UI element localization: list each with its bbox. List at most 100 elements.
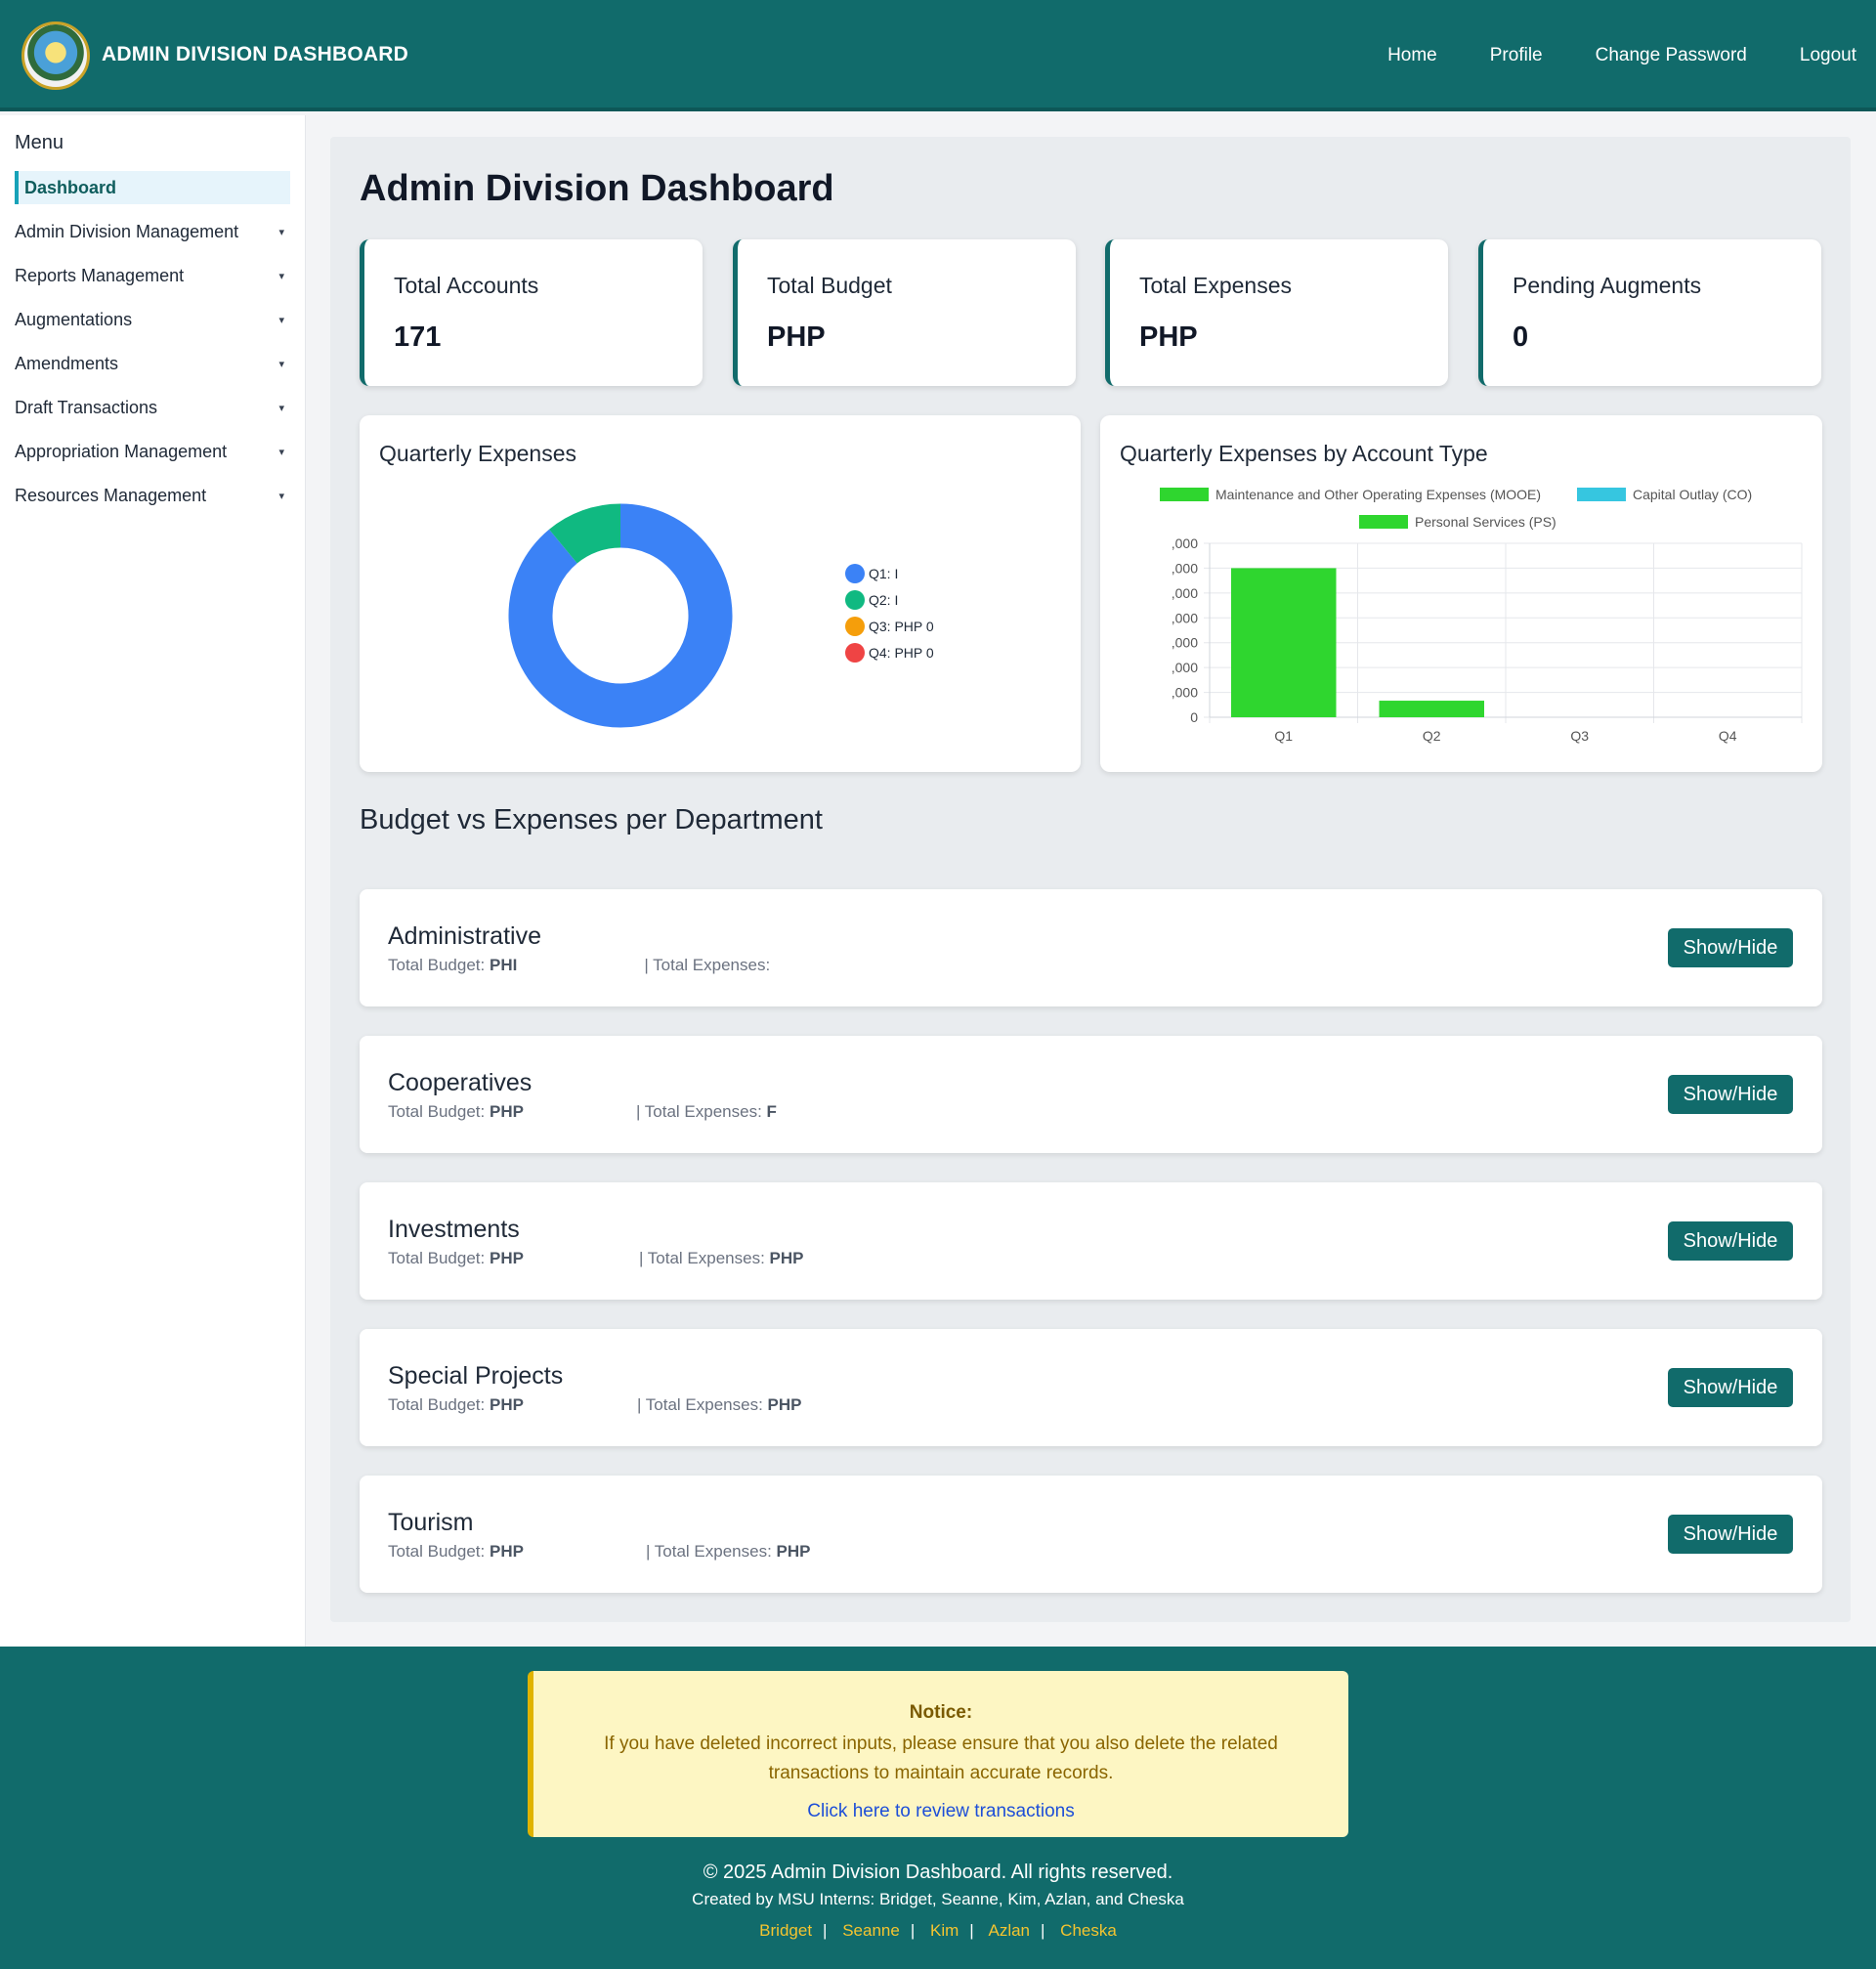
budget-value: PHP	[489, 1542, 524, 1561]
stat-value: 171	[394, 321, 442, 353]
intern-link-seanne[interactable]: Seanne	[842, 1921, 900, 1940]
intern-link-azlan[interactable]: Azlan	[988, 1921, 1030, 1940]
sidebar-item-label: Appropriation Management	[15, 441, 228, 461]
department-card: Tourism Total Budget: PHP | Total Expense…	[360, 1476, 1822, 1593]
sidebar-item-dashboard[interactable]: Dashboard	[15, 171, 290, 204]
intern-links: Bridget | Seanne | Kim | Azlan | Cheska	[759, 1921, 1117, 1940]
stat-value: PHP	[767, 321, 826, 353]
y-tick-label: ,000	[1172, 560, 1198, 576]
sidebar-item-label: Draft Transactions	[15, 397, 158, 417]
show-hide-button[interactable]: Show/Hide	[1668, 928, 1793, 967]
nav-home-link[interactable]: Home	[1387, 45, 1437, 66]
y-tick-label: ,000	[1172, 635, 1198, 651]
caret-down-icon: ▾	[278, 314, 284, 326]
quarterly-expenses-card: Quarterly Expenses Q1: I Q2: I Q3: PHP 0 Q4…	[360, 415, 1081, 772]
y-tick-label: 0	[1190, 709, 1198, 725]
budget-label: Total Budget:	[388, 1102, 486, 1121]
notice-message: If you have deleted incorrect inputs, pl…	[604, 1734, 1278, 1783]
nav-change-password-link[interactable]: Change Password	[1596, 45, 1747, 66]
legend-item[interactable]: Q1: I	[845, 564, 898, 583]
x-tick-label: Q3	[1570, 728, 1589, 744]
sidebar-menu-title: Menu	[15, 132, 64, 153]
legend-item[interactable]: Q2: I	[845, 590, 898, 610]
y-tick-label: ,000	[1172, 535, 1198, 551]
expenses-label: | Total Expenses:	[645, 1542, 772, 1561]
department-name: Tourism	[388, 1509, 474, 1536]
expenses-label: | Total Expenses:	[635, 1102, 762, 1121]
x-tick-label: Q1	[1274, 728, 1293, 744]
budget-label: Total Budget:	[388, 1542, 486, 1561]
stat-card-total-expenses: Total Expenses PHP	[1105, 239, 1448, 386]
donut-slice	[508, 503, 733, 728]
intern-link-bridget[interactable]: Bridget	[759, 1921, 812, 1940]
stat-value: 0	[1513, 321, 1529, 353]
intern-link-cheska[interactable]: Cheska	[1060, 1921, 1117, 1940]
legend-dot-icon	[845, 564, 865, 583]
logo-seal-icon	[21, 21, 90, 90]
legend-dot-icon	[845, 617, 865, 636]
y-tick-label: ,000	[1172, 685, 1198, 701]
nav-profile-link[interactable]: Profile	[1490, 45, 1543, 66]
legend-dot-icon	[845, 590, 865, 610]
department-summary: Total Budget: PHI | Total Expenses:	[388, 956, 770, 975]
budget-value: PHP	[489, 1102, 524, 1121]
budget-value: PHP	[489, 1249, 524, 1267]
review-transactions-link[interactable]: Click here to review transactions	[533, 1801, 1348, 1822]
donut-slice	[549, 503, 621, 565]
caret-down-icon: ▾	[278, 358, 284, 370]
sidebar-item-augmentations[interactable]: Augmentations ▾	[15, 303, 290, 336]
legend-label: Q1: I	[869, 566, 899, 581]
y-tick-label: ,000	[1172, 610, 1198, 625]
department-card: Administrative Total Budget: PHI | Total …	[360, 889, 1822, 1006]
department-name: Cooperatives	[388, 1069, 533, 1096]
department-name: Investments	[388, 1216, 520, 1243]
x-tick-label: Q4	[1719, 728, 1737, 744]
brand-title: ADMIN DIVISION DASHBOARD	[102, 43, 408, 65]
expenses-label: | Total Expenses:	[644, 956, 771, 974]
show-hide-button[interactable]: Show/Hide	[1668, 1221, 1793, 1261]
budget-value: PHI	[489, 956, 518, 974]
stat-label: Pending Augments	[1513, 273, 1702, 298]
sidebar-item-admin-division-management[interactable]: Admin Division Management ▾	[15, 215, 290, 248]
stat-card-total-accounts: Total Accounts 171	[360, 239, 703, 386]
sidebar-item-draft-transactions[interactable]: Draft Transactions ▾	[15, 391, 290, 424]
legend-item[interactable]: Q4: PHP 0	[845, 643, 934, 663]
show-hide-button[interactable]: Show/Hide	[1668, 1075, 1793, 1114]
expenses-value: PHP	[769, 1249, 804, 1267]
budget-label: Total Budget:	[388, 956, 486, 974]
credits-text: Created by MSU Interns: Bridget, Seanne,…	[692, 1890, 1184, 1908]
caret-down-icon: ▾	[278, 402, 284, 414]
department-summary: Total Budget: PHP | Total Expenses: F	[388, 1102, 777, 1122]
department-card: Special Projects Total Budget: PHP | Tota…	[360, 1329, 1822, 1446]
sidebar-item-label: Dashboard	[24, 177, 117, 197]
sidebar-item-label: Admin Division Management	[15, 221, 239, 241]
stat-card-total-budget: Total Budget PHP	[733, 239, 1076, 386]
x-tick-label: Q2	[1423, 728, 1441, 744]
budget-label: Total Budget:	[388, 1249, 486, 1267]
expenses-value: PHP	[767, 1395, 802, 1414]
legend-dot-icon	[845, 643, 865, 663]
department-summary: Total Budget: PHP | Total Expenses: PHP	[388, 1395, 802, 1415]
bar-chart: 0 ,000 ,000 ,000 ,000 ,000 ,000 ,000 Q1 Q2 Q3 Q4	[1172, 535, 1803, 744]
donut-chart	[508, 503, 733, 728]
y-tick-label: ,000	[1172, 585, 1198, 601]
expenses-value: F	[766, 1102, 777, 1121]
legend-item[interactable]: Q3: PHP 0	[845, 617, 934, 636]
caret-down-icon: ▾	[278, 490, 284, 502]
department-name: Special Projects	[388, 1362, 564, 1390]
show-hide-button[interactable]: Show/Hide	[1668, 1368, 1793, 1407]
stat-card-pending-augments: Pending Augments 0	[1478, 239, 1821, 386]
caret-down-icon: ▾	[278, 270, 284, 282]
sidebar-item-resources-management[interactable]: Resources Management ▾	[15, 479, 290, 512]
nav-logout-link[interactable]: Logout	[1800, 45, 1856, 66]
sidebar-item-appropriation-management[interactable]: Appropriation Management ▾	[15, 435, 290, 468]
top-nav: Home Profile Change Password Logout	[1387, 45, 1856, 66]
account-type-expenses-card: Quarterly Expenses by Account Type Maint…	[1100, 415, 1822, 772]
page-title: Admin Division Dashboard	[360, 168, 834, 209]
sidebar-item-reports-management[interactable]: Reports Management ▾	[15, 259, 290, 292]
department-card: Investments Total Budget: PHP | Total Exp…	[360, 1182, 1822, 1300]
sidebar-item-amendments[interactable]: Amendments ▾	[15, 347, 290, 380]
intern-link-kim[interactable]: Kim	[930, 1921, 959, 1940]
top-navbar: ADMIN DIVISION DASHBOARD Home Profile Ch…	[0, 0, 1876, 111]
show-hide-button[interactable]: Show/Hide	[1668, 1515, 1793, 1554]
